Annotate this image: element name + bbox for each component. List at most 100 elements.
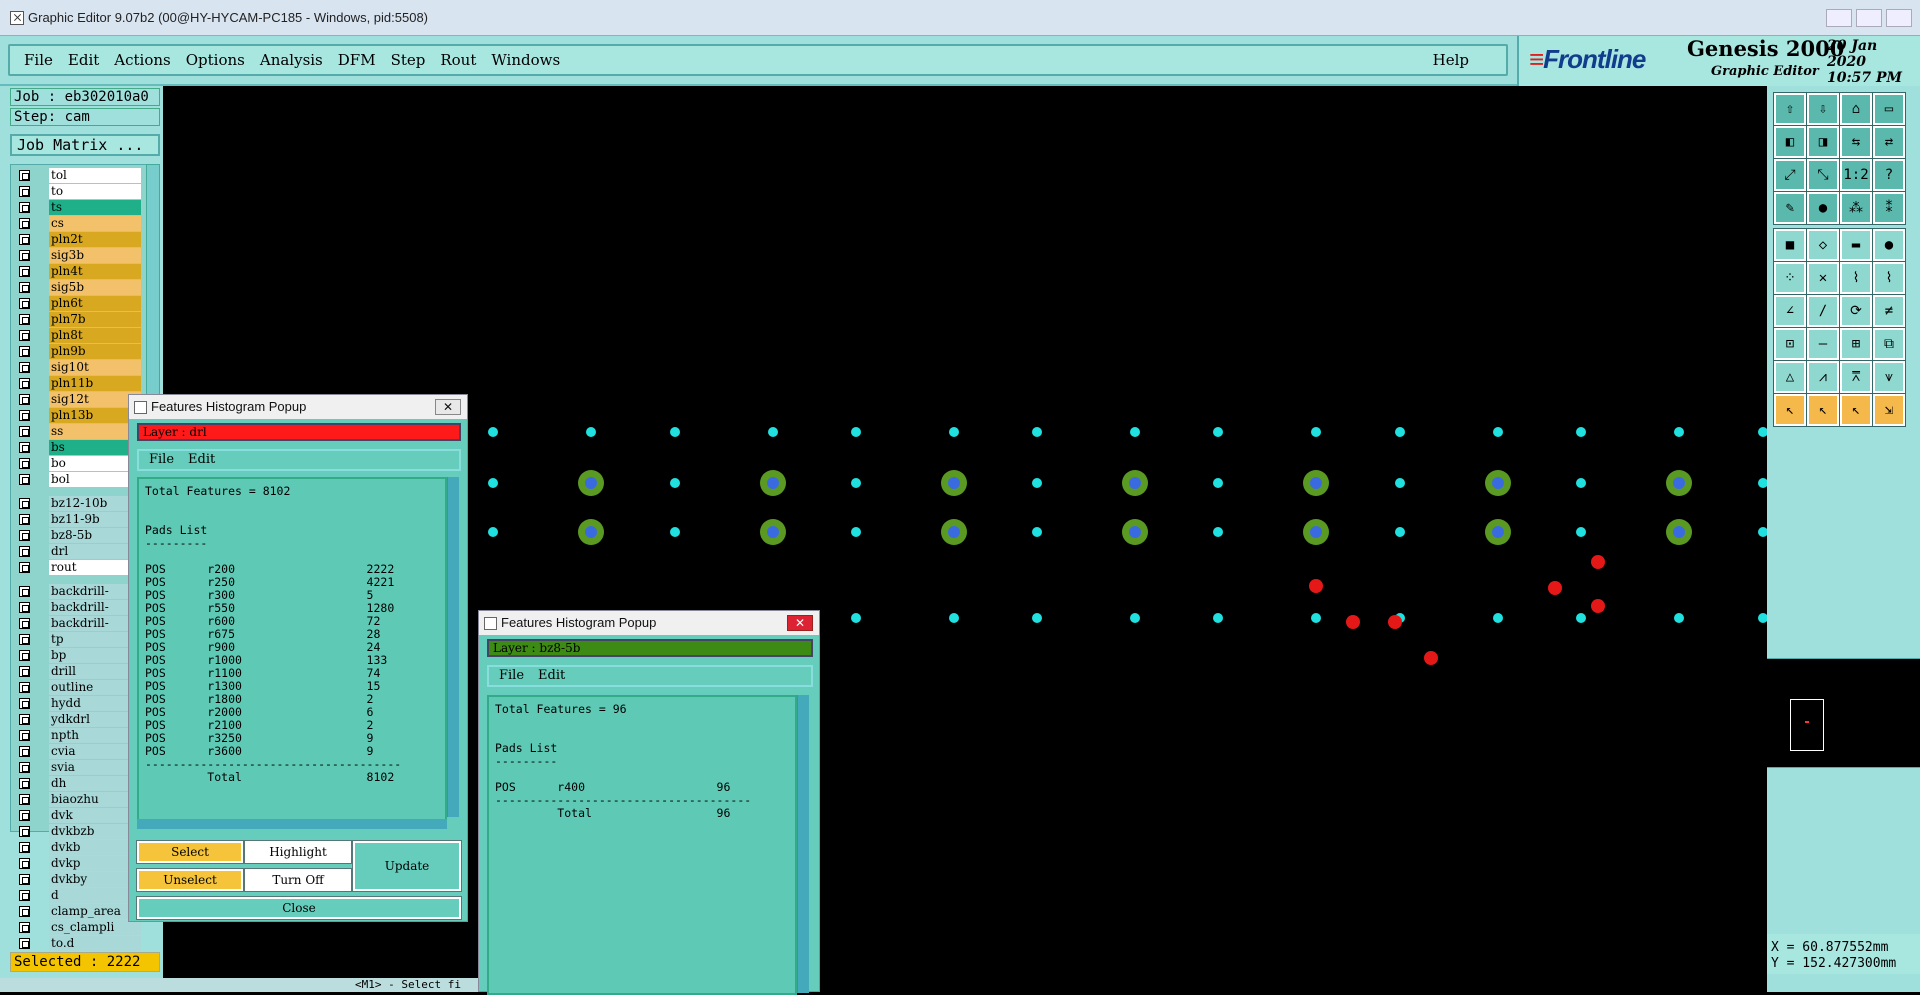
drill-pad[interactable] xyxy=(1213,427,1223,437)
menu-step[interactable]: Step xyxy=(391,51,426,69)
measure2-icon[interactable]: ⩞ xyxy=(1839,360,1873,394)
layer-row[interactable]: pln9b xyxy=(11,344,153,360)
drill-pad[interactable] xyxy=(1674,427,1684,437)
drill-pad[interactable] xyxy=(1576,613,1586,623)
layer-checkbox[interactable] xyxy=(19,826,30,837)
layer-name[interactable]: sig5b xyxy=(49,280,141,295)
layer-name[interactable]: pln9b xyxy=(49,344,141,359)
drill-pad-selected[interactable] xyxy=(1492,477,1504,489)
layer-checkbox[interactable] xyxy=(19,330,30,341)
layer-name[interactable]: sig3b xyxy=(49,248,141,263)
layer-checkbox[interactable] xyxy=(19,474,30,485)
drill-pad-selected[interactable] xyxy=(1673,526,1685,538)
diamond-icon[interactable]: ◇ xyxy=(1806,228,1840,262)
drill-pad[interactable] xyxy=(949,427,959,437)
layer-checkbox[interactable] xyxy=(19,762,30,773)
minimap-view-frame[interactable] xyxy=(1790,699,1824,751)
rout-point[interactable] xyxy=(1591,555,1605,569)
layer-checkbox[interactable] xyxy=(19,842,30,853)
drill-pad[interactable] xyxy=(1758,613,1768,623)
drill-pad-selected[interactable] xyxy=(1310,526,1322,538)
layer-checkbox[interactable] xyxy=(19,458,30,469)
drill-pad[interactable] xyxy=(488,527,498,537)
layer-name[interactable]: pln7b xyxy=(49,312,141,327)
layer-row[interactable]: pln6t xyxy=(11,296,153,312)
popup-menu-file[interactable]: File xyxy=(499,668,524,683)
drill-pad[interactable] xyxy=(586,427,596,437)
layer-row[interactable]: ts xyxy=(11,200,153,216)
fit-profile-icon[interactable]: ⤡ xyxy=(1806,158,1840,192)
drill-pad[interactable] xyxy=(670,527,680,537)
layer-name[interactable]: pln4t xyxy=(49,264,141,279)
overview-minimap[interactable] xyxy=(1767,658,1920,768)
layer-checkbox[interactable] xyxy=(19,530,30,541)
layer-checkbox[interactable] xyxy=(19,810,30,821)
edit-tool-icon[interactable]: ✎ xyxy=(1773,191,1807,225)
layer-checkbox[interactable] xyxy=(19,650,30,661)
menu-file[interactable]: File xyxy=(24,51,53,69)
copy-icon[interactable]: ⧉ xyxy=(1872,327,1906,361)
layer-row[interactable]: pln4t xyxy=(11,264,153,280)
layer-checkbox[interactable] xyxy=(19,266,30,277)
home-icon[interactable]: ⌂ xyxy=(1839,92,1873,126)
rout-point[interactable] xyxy=(1346,615,1360,629)
pad-tool-icon[interactable]: ● xyxy=(1806,191,1840,225)
rout-point[interactable] xyxy=(1548,581,1562,595)
update-button[interactable]: Update xyxy=(352,840,462,892)
menu-help[interactable]: Help xyxy=(1433,51,1469,69)
drill-pad[interactable] xyxy=(851,613,861,623)
arc2-icon[interactable]: ⌇ xyxy=(1872,261,1906,295)
drill-pad[interactable] xyxy=(488,478,498,488)
layer-checkbox[interactable] xyxy=(19,794,30,805)
drill-pad[interactable] xyxy=(851,478,861,488)
layer-checkbox[interactable] xyxy=(19,666,30,677)
layer-row[interactable]: pln11b xyxy=(11,376,153,392)
drill-pad[interactable] xyxy=(1395,427,1405,437)
layer-row[interactable]: to xyxy=(11,184,153,200)
layer-row[interactable]: sig10t xyxy=(11,360,153,376)
drill-pad[interactable] xyxy=(1576,427,1586,437)
highlight-button[interactable]: Highlight xyxy=(244,840,352,864)
maximize-button[interactable] xyxy=(1856,9,1882,27)
drill-pad-selected[interactable] xyxy=(1673,477,1685,489)
dash-icon[interactable]: ― xyxy=(1806,327,1840,361)
menu-analysis[interactable]: Analysis xyxy=(260,51,323,69)
layer-checkbox[interactable] xyxy=(19,298,30,309)
layer-name[interactable]: to xyxy=(49,184,141,199)
rout-point[interactable] xyxy=(1591,599,1605,613)
measure-icon[interactable]: ⩘ xyxy=(1806,360,1840,394)
layer-checkbox[interactable] xyxy=(19,202,30,213)
layer-name[interactable]: pln6t xyxy=(49,296,141,311)
layer-checkbox[interactable] xyxy=(19,346,30,357)
menu-windows[interactable]: Windows xyxy=(491,51,560,69)
popup-vscrollbar[interactable] xyxy=(797,695,809,993)
zoom-in-icon[interactable]: ⇩ xyxy=(1806,92,1840,126)
drill-pad[interactable] xyxy=(1674,613,1684,623)
unselect-button[interactable]: Unselect xyxy=(136,868,244,892)
menu-rout[interactable]: Rout xyxy=(440,51,476,69)
turn-off-button[interactable]: Turn Off xyxy=(244,868,352,892)
layer-name[interactable]: cs xyxy=(49,216,141,231)
layer-row[interactable]: tol xyxy=(11,168,153,184)
drill-pad[interactable] xyxy=(1213,527,1223,537)
layer-name[interactable]: pln11b xyxy=(49,376,141,391)
layer-checkbox[interactable] xyxy=(19,602,30,613)
drill-pad-selected[interactable] xyxy=(585,526,597,538)
drill-pad[interactable] xyxy=(1576,478,1586,488)
drill-pad[interactable] xyxy=(1395,527,1405,537)
layer-name[interactable]: pln2t xyxy=(49,232,141,247)
layer-checkbox[interactable] xyxy=(19,858,30,869)
drill-pad[interactable] xyxy=(670,478,680,488)
drill-pad[interactable] xyxy=(1130,613,1140,623)
layer-checkbox[interactable] xyxy=(19,314,30,325)
drill-pad-selected[interactable] xyxy=(767,526,779,538)
drill-pad[interactable] xyxy=(768,427,778,437)
drill-pad[interactable] xyxy=(1213,478,1223,488)
layer-checkbox[interactable] xyxy=(19,250,30,261)
layer-checkbox[interactable] xyxy=(19,938,30,949)
popup-vscrollbar[interactable] xyxy=(447,477,459,817)
drill-pad[interactable] xyxy=(1493,427,1503,437)
layer-checkbox[interactable] xyxy=(19,586,30,597)
layer-row[interactable]: pln8t xyxy=(11,328,153,344)
menu-edit[interactable]: Edit xyxy=(68,51,99,69)
